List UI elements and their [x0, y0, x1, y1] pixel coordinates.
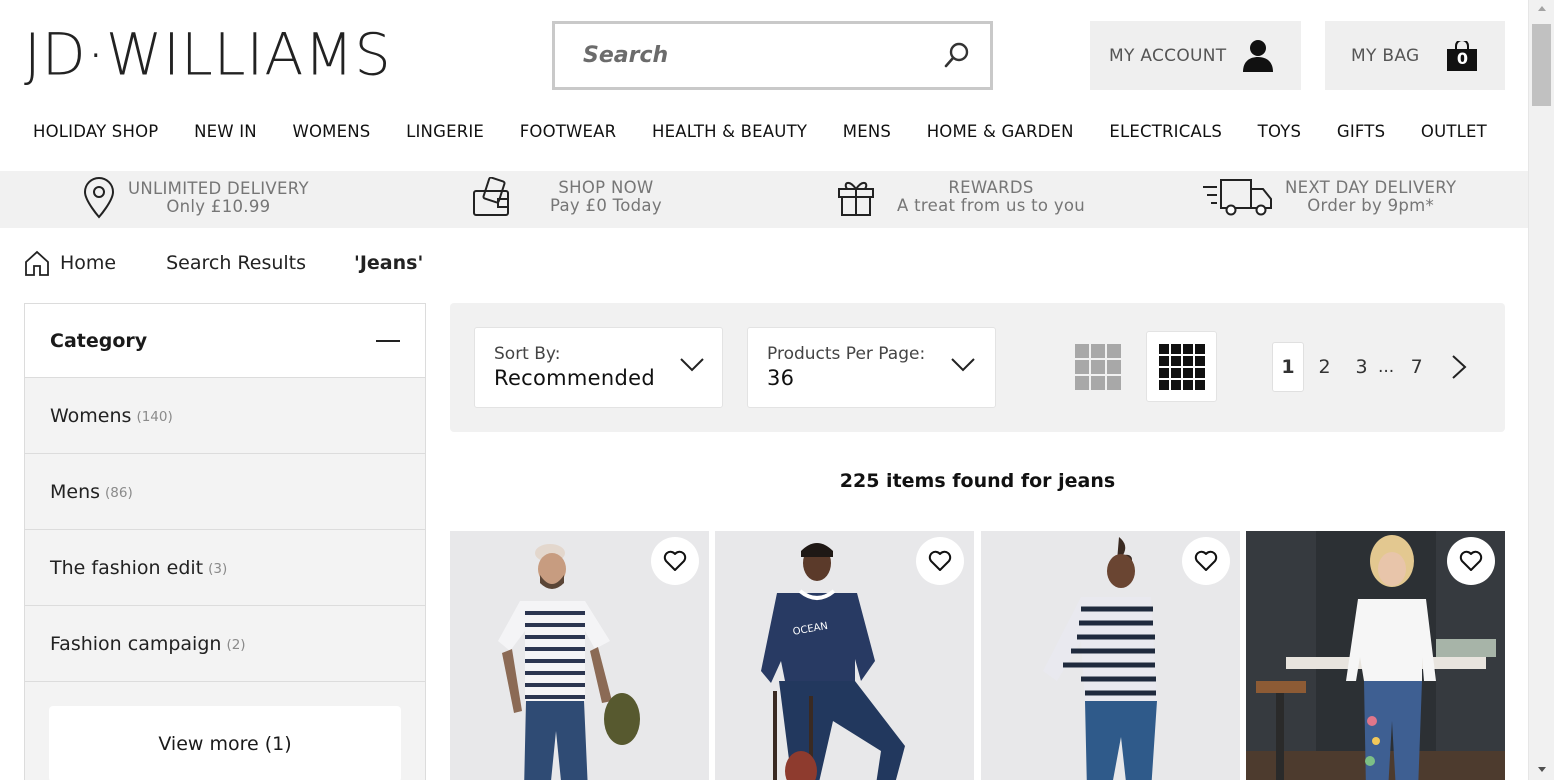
category-name: Womens	[50, 404, 132, 427]
category-item-fashion-campaign[interactable]: Fashion campaign (2)	[25, 606, 425, 682]
promo-subtitle: Pay £0 Today	[550, 196, 662, 215]
scroll-up-arrow-icon[interactable]	[1538, 6, 1546, 11]
category-name: The fashion edit	[50, 556, 204, 579]
nav-holiday-shop[interactable]: HOLIDAY SHOP	[18, 118, 173, 145]
grid-3-icon	[1074, 343, 1121, 390]
promo-rewards[interactable]: REWARDS A treat from us to you	[837, 177, 1085, 217]
my-account-label: MY ACCOUNT	[1109, 45, 1227, 66]
wishlist-button[interactable]	[1182, 537, 1230, 585]
promo-title: UNLIMITED DELIVERY	[128, 179, 309, 198]
logo-text: JD·WILLIAMS	[24, 20, 392, 89]
nav-gifts[interactable]: GIFTS	[1322, 118, 1400, 145]
promo-bar: UNLIMITED DELIVERY Only £10.99 SHOP NOW …	[0, 171, 1528, 228]
promo-title: SHOP NOW	[558, 178, 654, 197]
location-pin-icon	[83, 177, 115, 219]
chevron-down-icon	[680, 358, 704, 372]
my-bag-label: MY BAG	[1351, 45, 1420, 66]
page-scrollbar[interactable]	[1528, 0, 1554, 780]
heart-icon	[663, 550, 687, 571]
category-name: Mens	[50, 480, 101, 503]
user-icon	[1243, 39, 1274, 72]
bag-count: 0	[1456, 48, 1468, 68]
scroll-thumb[interactable]	[1532, 24, 1551, 106]
breadcrumb: Home Search Results 'Jeans'	[24, 250, 423, 276]
search-icon	[944, 42, 969, 68]
breadcrumb-home[interactable]: Home	[24, 250, 116, 276]
jd-williams-logo[interactable]: JD·WILLIAMS	[24, 20, 392, 89]
sort-by-dropdown[interactable]: Sort By: Recommended	[474, 327, 723, 408]
category-count: (2)	[226, 637, 246, 653]
nav-footwear[interactable]: FOOTWEAR	[505, 118, 632, 145]
category-header[interactable]: Category	[25, 304, 425, 378]
scroll-down-arrow-icon[interactable]	[1538, 767, 1546, 772]
grid-3-view-button[interactable]	[1062, 331, 1133, 402]
category-title: Category	[50, 329, 148, 352]
search-input[interactable]	[555, 43, 925, 68]
promo-title: REWARDS	[948, 178, 1034, 197]
heart-icon	[1194, 550, 1218, 571]
product-card[interactable]	[450, 531, 709, 780]
category-count: (86)	[105, 485, 133, 501]
nav-home-garden[interactable]: HOME & GARDEN	[912, 118, 1089, 145]
promo-subtitle: Only £10.99	[166, 197, 271, 216]
wishlist-button[interactable]	[916, 537, 964, 585]
category-item-mens[interactable]: Mens (86)	[25, 454, 425, 530]
wallet-icon	[473, 177, 509, 216]
category-item-fashion-edit[interactable]: The fashion edit (3)	[25, 530, 425, 606]
view-more-button[interactable]: View more (1)	[49, 706, 401, 780]
category-count: (3)	[208, 561, 228, 577]
search-button[interactable]	[940, 38, 974, 72]
main-nav: HOLIDAY SHOP NEW IN WOMENS LINGERIE FOOT…	[18, 118, 1518, 145]
product-card[interactable]	[1246, 531, 1505, 780]
pagination: 1 2 3 ... 7	[1272, 342, 1467, 392]
nav-toys[interactable]: TOYS	[1243, 118, 1317, 145]
nav-mens[interactable]: MENS	[828, 118, 906, 145]
page-7-button[interactable]: 7	[1400, 342, 1433, 392]
grid-4-icon	[1158, 343, 1205, 390]
breadcrumb-current: 'Jeans'	[354, 252, 424, 274]
my-account-button[interactable]: MY ACCOUNT	[1090, 21, 1301, 90]
nav-lingerie[interactable]: LINGERIE	[391, 118, 499, 145]
promo-next-day-delivery[interactable]: NEXT DAY DELIVERY Order by 9pm*	[1203, 177, 1456, 217]
breadcrumb-search-results[interactable]: Search Results	[166, 252, 306, 274]
page-ellipsis: ...	[1378, 357, 1395, 377]
products-per-page-dropdown[interactable]: Products Per Page: 36	[747, 327, 996, 408]
breadcrumb-home-label: Home	[60, 252, 117, 274]
grid-4-view-button[interactable]	[1146, 331, 1217, 402]
category-name: Fashion campaign	[50, 632, 222, 655]
heart-icon	[928, 550, 952, 571]
chevron-right-icon[interactable]	[1451, 354, 1467, 380]
wishlist-button[interactable]	[1447, 537, 1495, 585]
nav-womens[interactable]: WOMENS	[277, 118, 385, 145]
nav-outlet[interactable]: OUTLET	[1406, 118, 1502, 145]
promo-title: NEXT DAY DELIVERY	[1285, 178, 1457, 197]
page-1-button[interactable]: 1	[1272, 342, 1304, 392]
product-card[interactable]	[981, 531, 1240, 780]
promo-subtitle: A treat from us to you	[897, 196, 1086, 215]
page-3-button[interactable]: 3	[1345, 342, 1378, 392]
home-icon	[25, 250, 49, 276]
product-card[interactable]: OCEAN	[715, 531, 974, 780]
category-filter: Category Womens (140) Mens (86) The fash…	[24, 303, 426, 780]
category-count: (140)	[136, 409, 173, 425]
nav-electricals[interactable]: ELECTRICALS	[1094, 118, 1237, 145]
nav-new-in[interactable]: NEW IN	[179, 118, 272, 145]
chevron-down-icon	[951, 358, 975, 372]
nav-health-beauty[interactable]: HEALTH & BEAUTY	[637, 118, 822, 145]
my-bag-button[interactable]: MY BAG 0	[1325, 21, 1505, 90]
gift-icon	[838, 182, 874, 216]
wishlist-button[interactable]	[651, 537, 699, 585]
collapse-icon[interactable]	[376, 339, 400, 342]
search-box	[552, 21, 993, 90]
results-count: 225 items found for jeans	[839, 470, 1116, 492]
shopping-bag-icon: 0	[1447, 38, 1478, 71]
promo-subtitle: Order by 9pm*	[1307, 196, 1435, 215]
category-item-womens[interactable]: Womens (140)	[25, 378, 425, 454]
results-toolbar: Sort By: Recommended Products Per Page: …	[450, 303, 1505, 432]
heart-icon	[1459, 550, 1483, 571]
delivery-truck-icon	[1203, 179, 1272, 216]
page-2-button[interactable]: 2	[1308, 342, 1341, 392]
promo-unlimited-delivery[interactable]: UNLIMITED DELIVERY Only £10.99	[82, 177, 309, 219]
promo-shop-now[interactable]: SHOP NOW Pay £0 Today	[472, 177, 662, 217]
